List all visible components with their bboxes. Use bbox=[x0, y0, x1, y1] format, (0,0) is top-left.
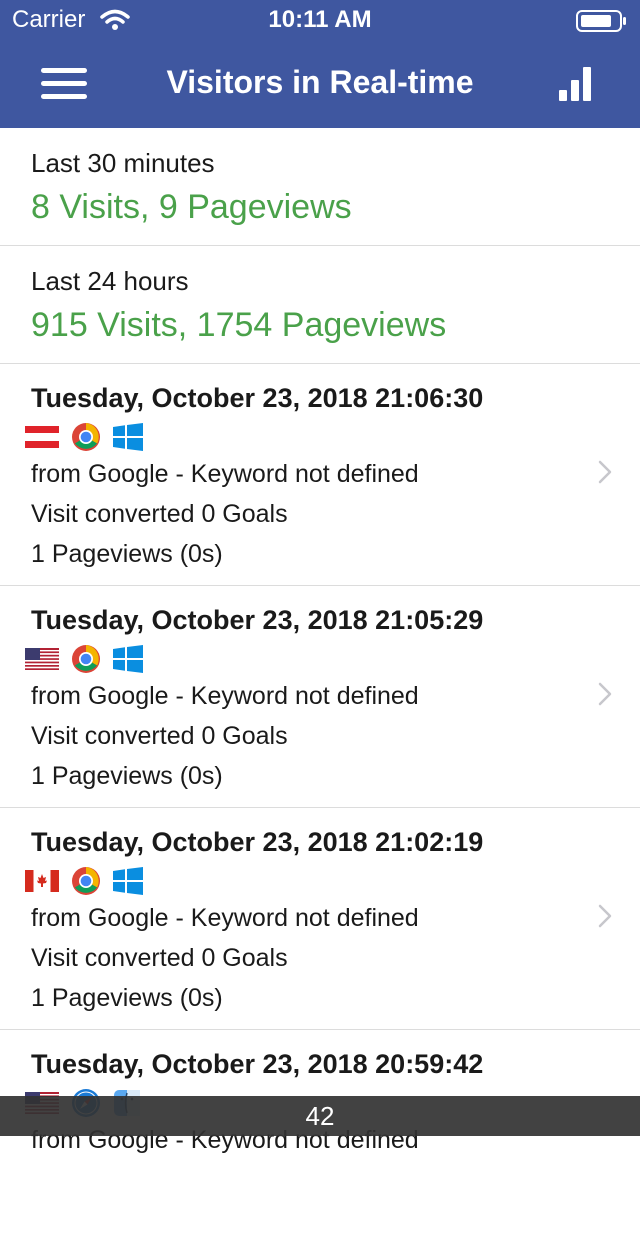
summary-label: Last 30 minutes bbox=[31, 148, 215, 178]
status-bar: Carrier 10:11 AM bbox=[0, 0, 640, 40]
visit-icons bbox=[25, 422, 143, 452]
chevron-right-icon bbox=[598, 460, 612, 484]
visit-time: Tuesday, October 23, 2018 20:59:42 bbox=[31, 1049, 484, 1079]
usa-flag-icon bbox=[25, 648, 59, 670]
visit-referrer: from Google - Keyword not defined bbox=[31, 904, 419, 932]
summary-label: Last 24 hours bbox=[31, 266, 189, 296]
windows-icon bbox=[113, 645, 143, 673]
toast-message: 42 bbox=[0, 1096, 640, 1136]
visit-referrer: from Google - Keyword not defined bbox=[31, 682, 419, 710]
summary-value: 915 Visits, 1754 Pageviews bbox=[31, 306, 447, 344]
visit-icons bbox=[25, 644, 143, 674]
battery-icon bbox=[576, 10, 626, 32]
nav-header: Carrier 10:11 AM Visitors in Real-time bbox=[0, 0, 640, 128]
visit-row[interactable]: Tuesday, October 23, 2018 21:02:19 from … bbox=[0, 808, 640, 1030]
summary-value: 8 Visits, 9 Pageviews bbox=[31, 188, 352, 226]
visit-time: Tuesday, October 23, 2018 21:05:29 bbox=[31, 605, 484, 635]
austria-flag-icon bbox=[25, 426, 59, 448]
windows-icon bbox=[113, 867, 143, 895]
chevron-right-icon bbox=[598, 682, 612, 706]
visit-row[interactable]: Tuesday, October 23, 2018 21:05:29 from … bbox=[0, 586, 640, 808]
visit-referrer: from Google - Keyword not defined bbox=[31, 460, 419, 488]
visit-pageviews: 1 Pageviews (0s) bbox=[31, 762, 223, 790]
chrome-icon bbox=[72, 423, 100, 451]
visit-goals: Visit converted 0 Goals bbox=[31, 500, 288, 528]
visit-icons bbox=[25, 866, 143, 896]
visit-pageviews: 1 Pageviews (0s) bbox=[31, 540, 223, 568]
visit-pageviews: 1 Pageviews (0s) bbox=[31, 984, 223, 1012]
summary-last-24-hours: Last 24 hours 915 Visits, 1754 Pageviews bbox=[0, 246, 640, 364]
chart-button[interactable] bbox=[558, 66, 592, 102]
visit-goals: Visit converted 0 Goals bbox=[31, 944, 288, 972]
visit-time: Tuesday, October 23, 2018 21:06:30 bbox=[31, 383, 484, 413]
visit-time: Tuesday, October 23, 2018 21:02:19 bbox=[31, 827, 484, 857]
summary-last-30-minutes: Last 30 minutes 8 Visits, 9 Pageviews bbox=[0, 128, 640, 246]
chrome-icon bbox=[72, 867, 100, 895]
bar-chart-icon bbox=[559, 67, 591, 101]
page-title: Visitors in Real-time bbox=[166, 64, 474, 100]
visit-row[interactable]: Tuesday, October 23, 2018 21:06:30 from … bbox=[0, 364, 640, 586]
visit-row[interactable]: Tuesday, October 23, 2018 20:59:42 from … bbox=[0, 1030, 640, 1251]
clock: 10:11 AM bbox=[268, 6, 372, 33]
windows-icon bbox=[113, 423, 143, 451]
visit-goals: Visit converted 0 Goals bbox=[31, 722, 288, 750]
canada-flag-icon bbox=[25, 870, 59, 892]
chrome-icon bbox=[72, 645, 100, 673]
chevron-right-icon bbox=[598, 904, 612, 928]
